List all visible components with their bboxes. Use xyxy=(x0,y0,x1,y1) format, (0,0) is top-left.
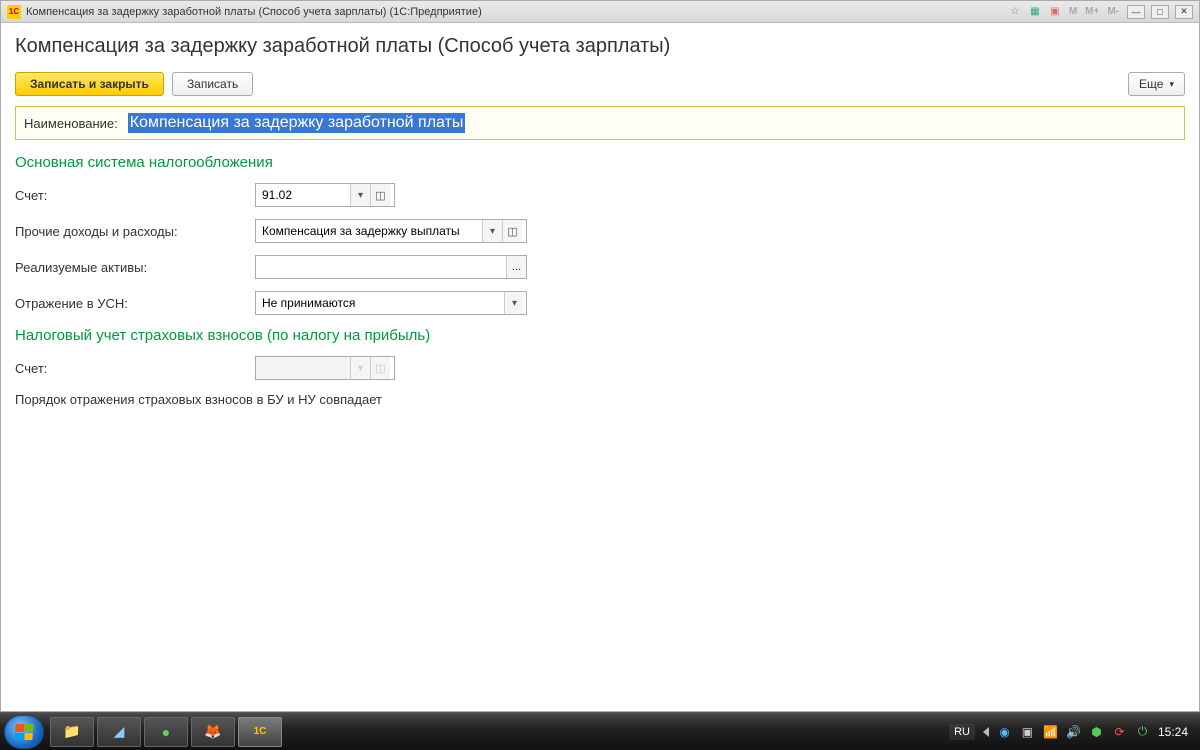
more-button[interactable]: Еще xyxy=(1128,72,1185,96)
name-input[interactable]: Компенсация за задержку заработной платы xyxy=(128,113,466,133)
section1-title: Основная система налогообложения xyxy=(15,154,1185,171)
window-title: Компенсация за задержку заработной платы… xyxy=(26,6,1007,18)
account2-input xyxy=(256,357,350,379)
toolbar: Записать и закрыть Записать Еще xyxy=(15,72,1185,96)
close-button[interactable]: ✕ xyxy=(1175,5,1193,19)
insurance-note: Порядок отражения страховых взносов в БУ… xyxy=(15,392,1185,407)
tray-power-icon[interactable]: ⏻ xyxy=(1135,724,1150,739)
maximize-button[interactable]: □ xyxy=(1151,5,1169,19)
account2-dropdown-icon: ▾ xyxy=(350,357,370,379)
account2-open-icon: ◫ xyxy=(370,357,390,379)
account-open-icon[interactable]: ◫ xyxy=(370,184,390,206)
usn-input[interactable] xyxy=(256,292,504,314)
start-button[interactable] xyxy=(4,715,44,749)
tray-app-icon[interactable]: ▣ xyxy=(1020,724,1035,739)
page-title: Компенсация за задержку заработной платы… xyxy=(15,35,1185,58)
usn-dropdown-icon[interactable]: ▾ xyxy=(504,292,524,314)
content-area: Компенсация за задержку заработной платы… xyxy=(1,23,1199,711)
assets-input[interactable] xyxy=(256,256,506,278)
name-row: Наименование: Компенсация за задержку за… xyxy=(15,106,1185,140)
windows-logo-icon xyxy=(14,724,33,740)
tray-shield-icon[interactable]: ⬢ xyxy=(1089,724,1104,739)
name-label: Наименование: xyxy=(24,116,118,131)
other-income-label: Прочие доходы и расходы: xyxy=(15,224,255,239)
app-logo-icon: 1C xyxy=(7,5,21,19)
memory-mminus-icon[interactable]: M- xyxy=(1105,6,1121,17)
save-button[interactable]: Записать xyxy=(172,72,253,96)
tray-expand-icon[interactable] xyxy=(983,727,989,737)
calendar-icon[interactable]: ▣ xyxy=(1047,4,1063,20)
account2-label: Счет: xyxy=(15,361,255,376)
account-label: Счет: xyxy=(15,188,255,203)
task-app3[interactable]: ● xyxy=(144,717,188,747)
calculator-icon[interactable]: ▦ xyxy=(1027,4,1043,20)
task-1c[interactable]: 1C xyxy=(238,717,282,747)
memory-mplus-icon[interactable]: M+ xyxy=(1083,6,1101,17)
minimize-button[interactable]: — xyxy=(1127,5,1145,19)
tray-volume-icon[interactable]: 🔊 xyxy=(1066,724,1081,739)
account-dropdown-icon[interactable]: ▾ xyxy=(350,184,370,206)
other-income-input[interactable] xyxy=(256,220,482,242)
memory-m-icon[interactable]: M xyxy=(1067,6,1079,17)
task-explorer[interactable]: 📁 xyxy=(50,717,94,747)
tray-teamviewer-icon[interactable]: ◉ xyxy=(997,724,1012,739)
taskbar: 📁 ◢ ● 🦊 1C RU ◉ ▣ 📶 🔊 ⬢ ⟳ ⏻ 15:24 xyxy=(0,712,1200,750)
assets-select-icon[interactable]: … xyxy=(506,256,526,278)
save-and-close-button[interactable]: Записать и закрыть xyxy=(15,72,164,96)
more-button-label: Еще xyxy=(1139,77,1163,91)
tray-network-icon[interactable]: 📶 xyxy=(1043,724,1058,739)
favorite-icon[interactable]: ☆ xyxy=(1007,4,1023,20)
task-app2[interactable]: ◢ xyxy=(97,717,141,747)
app-window: 1C Компенсация за задержку заработной пл… xyxy=(0,0,1200,712)
other-income-open-icon[interactable]: ◫ xyxy=(502,220,522,242)
language-indicator[interactable]: RU xyxy=(949,724,975,740)
assets-label: Реализуемые активы: xyxy=(15,260,255,275)
other-income-dropdown-icon[interactable]: ▾ xyxy=(482,220,502,242)
clock[interactable]: 15:24 xyxy=(1158,725,1188,739)
task-firefox[interactable]: 🦊 xyxy=(191,717,235,747)
titlebar: 1C Компенсация за задержку заработной пл… xyxy=(1,1,1199,23)
tray-sync-icon[interactable]: ⟳ xyxy=(1112,724,1127,739)
system-tray: RU ◉ ▣ 📶 🔊 ⬢ ⟳ ⏻ 15:24 xyxy=(949,724,1196,740)
usn-label: Отражение в УСН: xyxy=(15,296,255,311)
section2-title: Налоговый учет страховых взносов (по нал… xyxy=(15,327,1185,344)
account-input[interactable] xyxy=(256,184,350,206)
